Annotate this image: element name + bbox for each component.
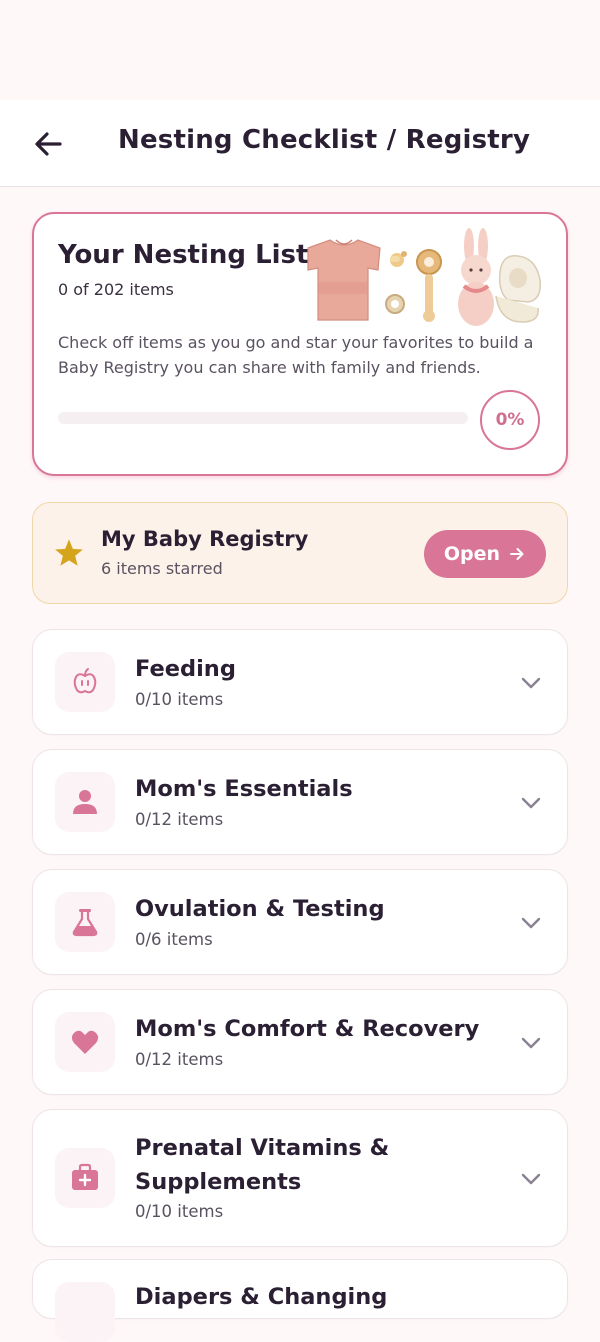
category-count: 0/10 items bbox=[135, 690, 224, 709]
category-title-line-1: Prenatal Vitamins & bbox=[135, 1135, 390, 1161]
baby-registry-card[interactable]: My Baby Registry 6 items starred Open bbox=[32, 502, 568, 604]
arrow-right-icon bbox=[510, 548, 524, 560]
category-icon-box bbox=[55, 1282, 115, 1342]
category-count: 0/12 items bbox=[135, 1050, 224, 1069]
category-card-prenatal-vitamins[interactable]: Prenatal Vitamins & Supplements 0/10 ite… bbox=[32, 1109, 568, 1247]
chevron-down-icon[interactable] bbox=[517, 909, 545, 937]
summary-item-count: 0 of 202 items bbox=[58, 280, 174, 299]
registry-starred-count: 6 items starred bbox=[101, 559, 223, 578]
top-app-bar: Nesting Checklist / Registry bbox=[0, 100, 600, 187]
category-count: 0/10 items bbox=[135, 1202, 224, 1221]
category-icon-box bbox=[55, 1012, 115, 1072]
category-card-moms-comfort-recovery[interactable]: Mom's Comfort & Recovery 0/12 items bbox=[32, 989, 568, 1095]
chevron-down-icon[interactable] bbox=[517, 1029, 545, 1057]
medical-kit-icon bbox=[72, 1163, 98, 1190]
category-card-feeding[interactable]: Feeding 0/10 items bbox=[32, 629, 568, 735]
category-title: Ovulation & Testing bbox=[135, 896, 385, 922]
star-icon bbox=[55, 539, 83, 566]
category-icon-box bbox=[55, 892, 115, 952]
baby-items-illustration bbox=[307, 228, 541, 326]
chevron-down-icon[interactable] bbox=[517, 1165, 545, 1193]
progress-percent-badge: 0% bbox=[480, 390, 540, 450]
category-title: Diapers & Changing bbox=[135, 1284, 388, 1310]
category-title: Mom's Comfort & Recovery bbox=[135, 1016, 480, 1042]
apple-icon bbox=[73, 668, 97, 694]
heart-icon bbox=[71, 1030, 99, 1054]
category-title: Feeding bbox=[135, 656, 236, 682]
category-card-diapers-changing[interactable]: Diapers & Changing bbox=[32, 1259, 568, 1342]
category-icon-box bbox=[55, 772, 115, 832]
registry-title: My Baby Registry bbox=[101, 527, 309, 551]
diaper-icon bbox=[70, 1297, 100, 1327]
arrow-left-icon bbox=[35, 132, 62, 156]
page-title: Nesting Checklist / Registry bbox=[118, 125, 531, 155]
summary-description: Check off items as you go and star your … bbox=[58, 333, 534, 377]
back-button[interactable] bbox=[30, 126, 70, 162]
flask-icon bbox=[72, 909, 98, 937]
category-icon-box bbox=[55, 1148, 115, 1208]
person-icon bbox=[73, 790, 97, 814]
status-bar-area bbox=[0, 0, 600, 100]
open-button-label: Open bbox=[443, 543, 501, 565]
category-title: Mom's Essentials bbox=[135, 776, 353, 802]
progress-bar bbox=[58, 412, 468, 424]
chevron-down-icon[interactable] bbox=[517, 669, 545, 697]
summary-title: Your Nesting List bbox=[58, 240, 309, 270]
category-title-line-2: Supplements bbox=[135, 1169, 302, 1195]
category-card-ovulation-testing[interactable]: Ovulation & Testing 0/6 items bbox=[32, 869, 568, 975]
open-registry-button[interactable]: Open bbox=[424, 530, 546, 578]
category-count: 0/12 items bbox=[135, 810, 224, 829]
chevron-down-icon[interactable] bbox=[517, 789, 545, 817]
category-card-moms-essentials[interactable]: Mom's Essentials 0/12 items bbox=[32, 749, 568, 855]
category-icon-box bbox=[55, 652, 115, 712]
category-count: 0/6 items bbox=[135, 930, 213, 949]
nesting-list-summary-card: Your Nesting List 0 of 202 items Check o… bbox=[32, 212, 568, 476]
